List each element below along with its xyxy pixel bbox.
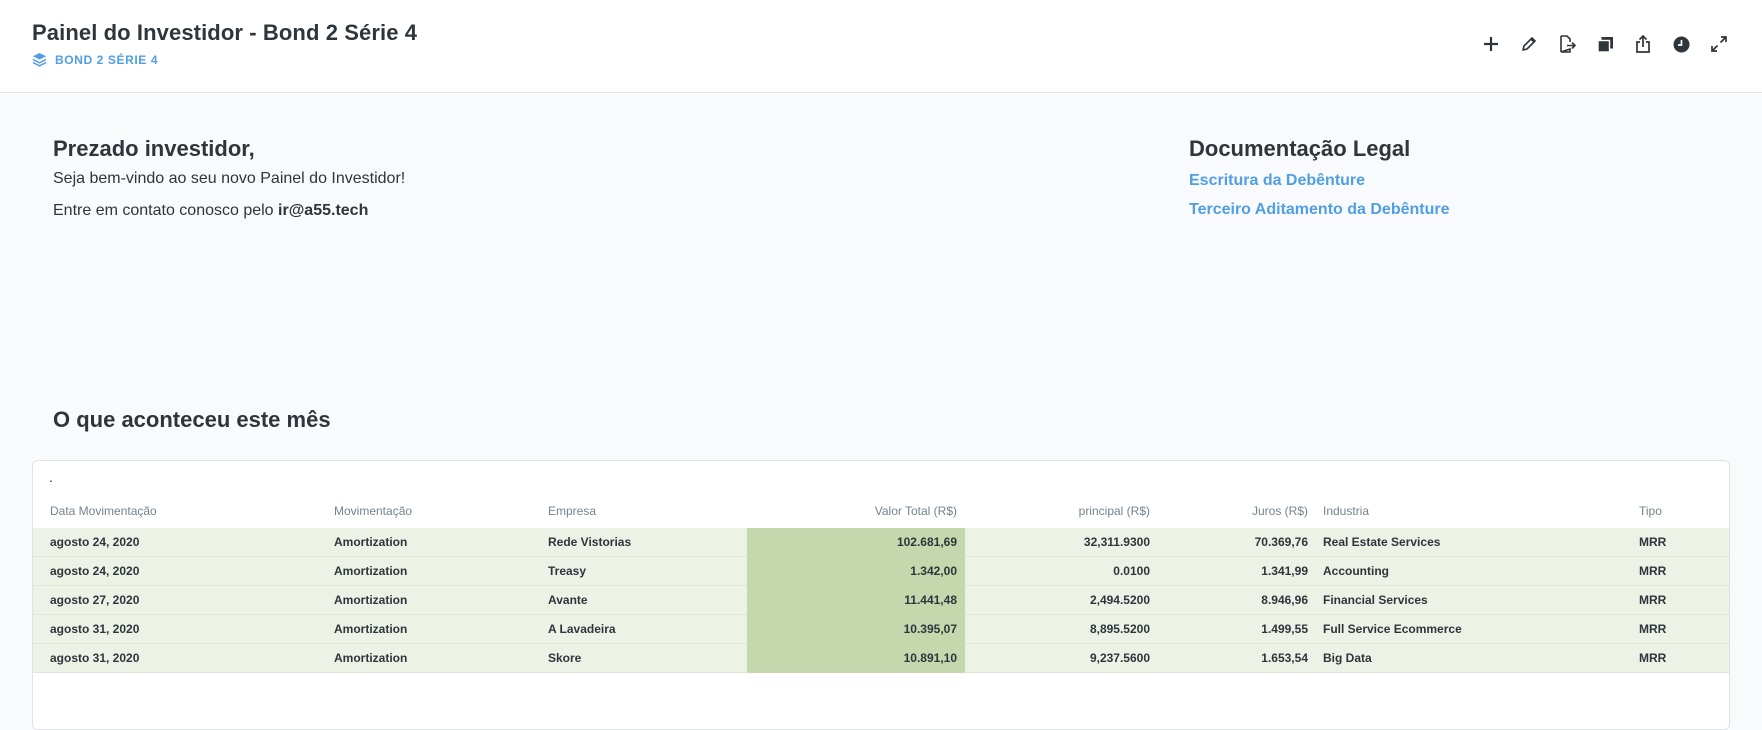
cell-data: agosto 24, 2020	[50, 564, 140, 578]
cell-data: agosto 27, 2020	[50, 593, 140, 607]
cell-tipo: MRR	[1639, 535, 1667, 549]
dashboard-header: Painel do Investidor - Bond 2 Série 4 BO…	[0, 0, 1762, 93]
table-card-title: .	[49, 469, 53, 485]
cell-empresa: Treasy	[548, 564, 587, 578]
duplicate-button[interactable]	[1586, 30, 1624, 58]
cell-juros: 1.499,55	[1261, 622, 1308, 636]
column-header-empresa[interactable]: Empresa	[548, 504, 596, 518]
cell-principal: 32,311.9300	[1083, 535, 1150, 549]
section-heading: O que aconteceu este mês	[53, 407, 331, 432]
cell-data: agosto 31, 2020	[50, 651, 140, 665]
cell-movimentacao: Amortization	[334, 622, 408, 636]
legal-link-aditamento[interactable]: Terceiro Aditamento da Debênture	[1189, 201, 1450, 219]
cell-valor-total: 10.395,07	[903, 622, 957, 636]
column-header-data[interactable]: Data Movimentação	[50, 504, 157, 518]
cell-empresa: Rede Vistorias	[548, 535, 632, 549]
cell-industria: Real Estate Services	[1323, 535, 1441, 549]
cell-valor-total: 10.891,10	[903, 651, 957, 665]
cell-movimentacao: Amortization	[334, 593, 408, 607]
cell-juros: 70.369,76	[1254, 535, 1308, 549]
cell-valor-total: 1.342,00	[910, 564, 957, 578]
cell-tipo: MRR	[1639, 564, 1667, 578]
cell-industria: Big Data	[1323, 651, 1372, 665]
cell-industria: Accounting	[1323, 564, 1389, 578]
collection-name: BOND 2 SÉRIE 4	[55, 52, 159, 67]
move-button[interactable]	[1548, 30, 1586, 58]
collection-layers-icon	[32, 52, 47, 67]
cell-principal: 2,494.5200	[1089, 593, 1150, 607]
legal-link-escritura[interactable]: Escritura da Debênture	[1189, 172, 1365, 190]
cell-movimentacao: Amortization	[334, 564, 408, 578]
table-row[interactable]: agosto 24, 2020 Amortization Treasy 1.342,0…	[33, 557, 1729, 586]
column-header-valor-total[interactable]: Valor Total (R$)	[747, 504, 957, 518]
share-button[interactable]	[1624, 30, 1662, 58]
cell-movimentacao: Amortization	[334, 651, 408, 665]
add-button[interactable]	[1472, 30, 1510, 58]
cell-valor-total: 11.441,48	[904, 593, 957, 607]
column-header-tipo[interactable]: Tipo	[1639, 504, 1662, 518]
pencil-icon	[1522, 37, 1536, 51]
history-icon	[1673, 36, 1689, 52]
cell-industria: Full Service Ecommerce	[1323, 622, 1462, 636]
table-row[interactable]: agosto 31, 2020 Amortization A Lavadeira 10…	[33, 615, 1729, 644]
fullscreen-button[interactable]	[1700, 30, 1738, 58]
cell-juros: 1.653,54	[1261, 651, 1308, 665]
column-header-movimentacao[interactable]: Movimentação	[334, 504, 412, 518]
dashboard-body: Prezado investidor, Seja bem-vindo ao se…	[0, 94, 1762, 730]
cell-empresa: Avante	[548, 593, 588, 607]
cell-tipo: MRR	[1639, 593, 1667, 607]
dashboard-title: Painel do Investidor - Bond 2 Série 4	[32, 20, 418, 45]
cell-principal: 9,237.5600	[1089, 651, 1150, 665]
cell-juros: 1.341,99	[1261, 564, 1308, 578]
cell-tipo: MRR	[1639, 651, 1667, 665]
cell-empresa: Skore	[548, 651, 582, 665]
welcome-line-1: Seja bem-vindo ao seu novo Painel do Inv…	[53, 170, 406, 187]
duplicate-icon	[1596, 36, 1613, 53]
cell-empresa: A Lavadeira	[548, 622, 616, 636]
table-card: . Data Movimentação Movimentação Empresa…	[32, 460, 1730, 730]
table-row[interactable]: agosto 31, 2020 Amortization Skore 10.891,1…	[33, 644, 1729, 673]
cell-principal: 8,895.5200	[1089, 622, 1150, 636]
cell-movimentacao: Amortization	[334, 535, 408, 549]
welcome-heading: Prezado investidor,	[53, 136, 255, 161]
edit-button[interactable]	[1510, 30, 1548, 58]
table-row[interactable]: agosto 24, 2020 Amortization Rede Vistoria…	[33, 528, 1729, 557]
welcome-line-2: Entre em contato conosco pelo ir@a55.tec…	[53, 202, 368, 220]
cell-industria: Financial Services	[1323, 593, 1428, 607]
cell-valor-total: 102.681,69	[896, 535, 957, 549]
collection-breadcrumb[interactable]: BOND 2 SÉRIE 4	[32, 52, 158, 67]
add-icon	[1484, 37, 1498, 51]
cell-juros: 8.946,96	[1261, 593, 1308, 607]
move-icon	[1560, 35, 1576, 53]
fullscreen-icon	[1711, 36, 1727, 52]
history-button[interactable]	[1662, 30, 1700, 58]
cell-tipo: MRR	[1639, 622, 1667, 636]
column-header-industria[interactable]: Industria	[1323, 504, 1369, 518]
share-icon	[1636, 35, 1650, 53]
dashboard-toolbar	[1472, 30, 1738, 58]
cell-principal: 0.0100	[1113, 564, 1150, 578]
table-row[interactable]: agosto 27, 2020 Amortization Avante 11.441,…	[33, 586, 1729, 615]
table-header: Data Movimentação Movimentação Empresa V…	[33, 504, 1729, 522]
column-header-juros[interactable]: Juros (R$)	[1150, 504, 1308, 518]
contact-prefix: Entre em contato conosco pelo	[53, 202, 274, 219]
cell-data: agosto 31, 2020	[50, 622, 140, 636]
column-header-principal[interactable]: principal (R$)	[965, 504, 1150, 518]
contact-email: ir@a55.tech	[278, 202, 369, 219]
cell-data: agosto 24, 2020	[50, 535, 140, 549]
legal-heading: Documentação Legal	[1189, 136, 1411, 161]
